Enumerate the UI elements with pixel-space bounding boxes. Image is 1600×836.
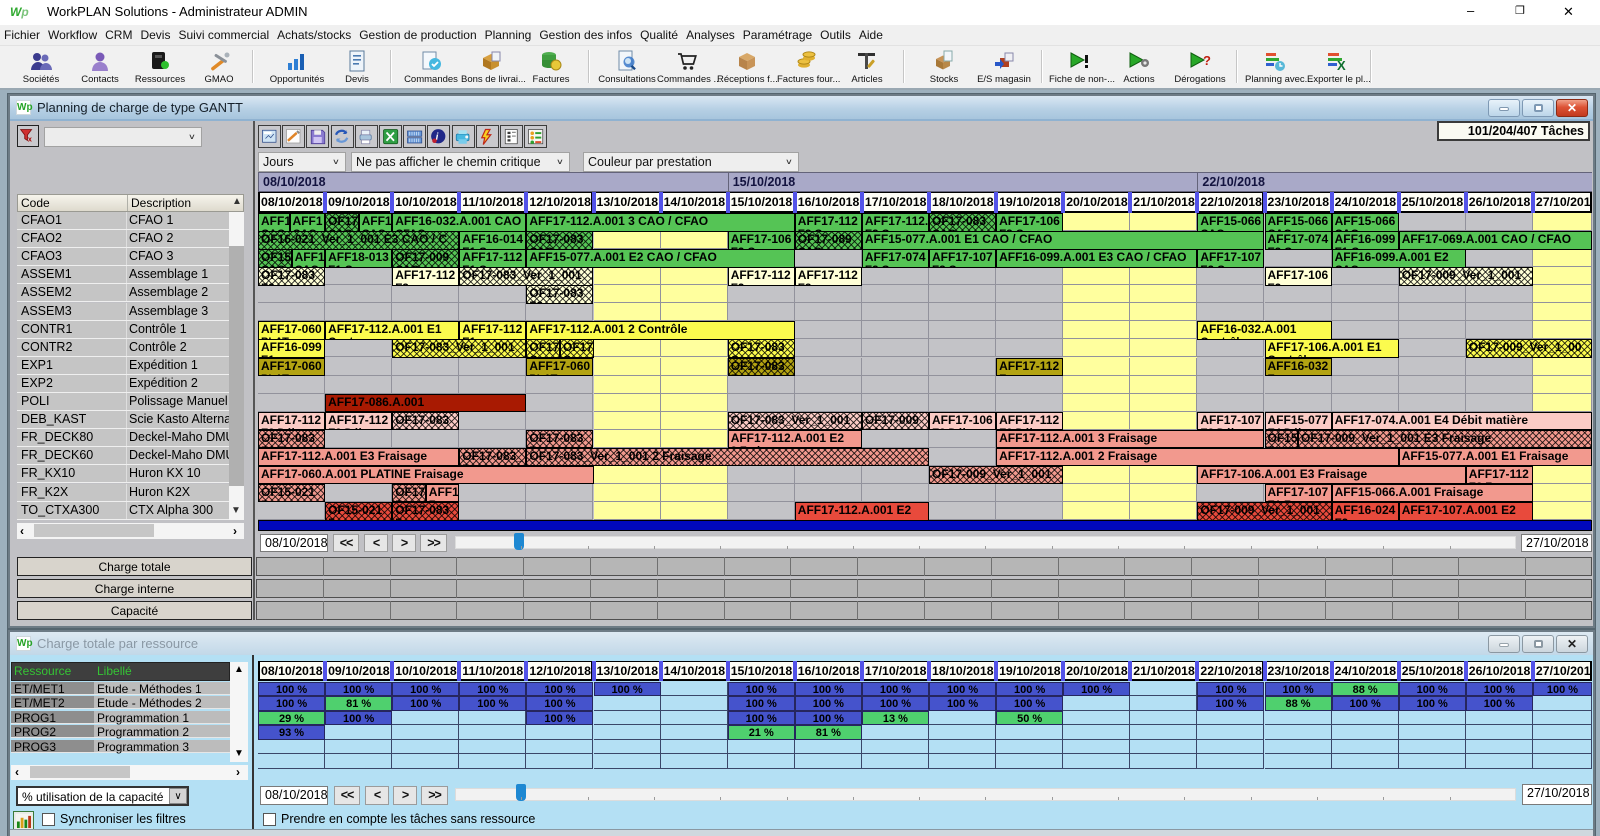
svg-text:X: X: [1337, 58, 1346, 73]
svg-text:x: x: [28, 134, 32, 143]
svg-text:?: ?: [1203, 53, 1211, 68]
